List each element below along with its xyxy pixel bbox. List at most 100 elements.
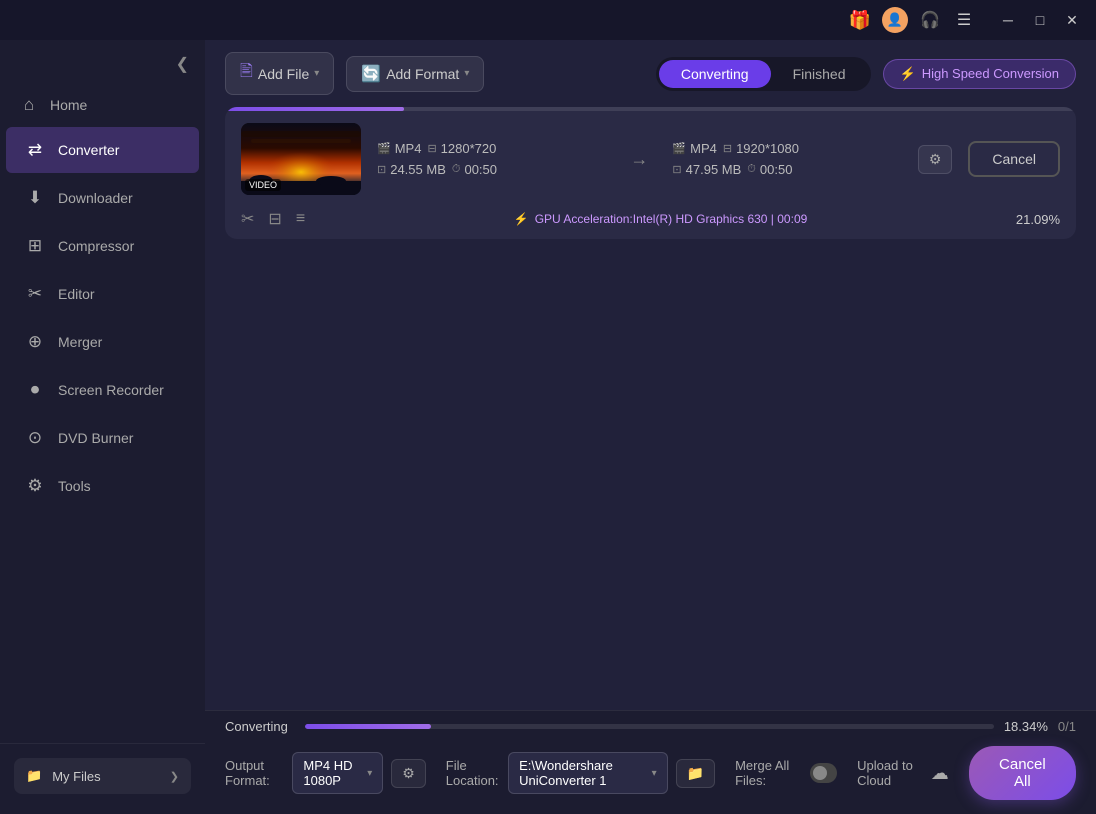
editor-icon: ✂ [24, 283, 46, 305]
bookmark-action-icon[interactable]: ⊟ [268, 209, 281, 229]
file-card-bottom: ✂ ⊟ ≡ ⚡ GPU Acceleration:Intel(R) HD Gra… [225, 203, 1076, 239]
sidebar-item-home[interactable]: ⌂ Home [0, 84, 205, 126]
duration-icon: ⏱ [452, 163, 461, 176]
tools-icon: ⚙ [24, 475, 46, 497]
file-actions: ✂ ⊟ ≡ [241, 209, 305, 229]
menu-action-icon[interactable]: ≡ [296, 210, 305, 228]
film-icon: 🎬 [377, 142, 391, 155]
sidebar-item-merger[interactable]: ⊕ Merger [6, 319, 199, 365]
my-files-button[interactable]: 📁 My Files ❯ [14, 758, 191, 794]
input-specs-row2: ⊡ 24.55 MB ⏱ 00:50 [377, 162, 606, 177]
headphone-icon[interactable]: 🎧 [918, 8, 942, 32]
file-card: VIDEO 🎬 MP4 ⊟ 1280*720 [225, 107, 1076, 239]
user-avatar[interactable]: 👤 [882, 7, 908, 33]
sidebar-item-screen-recorder[interactable]: ⏺ Screen Recorder [6, 367, 199, 413]
file-progress-percent: 21.09% [1016, 212, 1060, 227]
file-input-info: 🎬 MP4 ⊟ 1280*720 ⊡ 24.55 MB [377, 141, 606, 177]
sidebar: ❮ ⌂ Home ⇄ Converter ⬇ Downloader ⊞ Comp… [0, 40, 205, 814]
cloud-icon[interactable]: ☁ [931, 763, 949, 784]
output-format-select[interactable]: MP4 HD 1080P ▾ [292, 752, 383, 794]
bottom-bar: Converting 18.34% 0/1 Output Format: MP4… [205, 710, 1096, 814]
progress-fill [305, 724, 431, 729]
merge-toggle[interactable] [810, 763, 837, 783]
tab-converting[interactable]: Converting [659, 60, 771, 88]
sidebar-item-editor[interactable]: ✂ Editor [6, 271, 199, 317]
tab-finished[interactable]: Finished [771, 60, 868, 88]
high-speed-conversion-button[interactable]: ⚡ High Speed Conversion [883, 59, 1077, 89]
format-value: MP4 HD 1080P [303, 758, 361, 788]
cut-action-icon[interactable]: ✂ [241, 209, 254, 229]
size-out-icon: ⊡ [672, 163, 681, 176]
file-cancel-button[interactable]: Cancel [968, 141, 1060, 177]
screen-recorder-icon: ⏺ [24, 379, 46, 401]
merger-icon: ⊕ [24, 331, 46, 353]
progress-row: Converting 18.34% 0/1 [205, 711, 1096, 740]
input-specs-row: 🎬 MP4 ⊟ 1280*720 [377, 141, 606, 156]
path-chevron-icon: ▾ [652, 768, 657, 779]
sidebar-item-converter[interactable]: ⇄ Converter [6, 127, 199, 173]
upload-label: Upload to Cloud [857, 758, 923, 788]
minimize-button[interactable]: ─ [994, 6, 1022, 34]
progress-count: 0/1 [1058, 719, 1076, 734]
sidebar-collapse-button[interactable]: ❮ [168, 50, 197, 78]
menu-icon[interactable]: ☰ [952, 8, 976, 32]
speed-btn-label: High Speed Conversion [922, 66, 1059, 81]
convert-arrow-icon: → [630, 149, 648, 170]
input-format: 🎬 MP4 [377, 141, 421, 156]
output-format-group: Output Format: MP4 HD 1080P ▾ ⚙ [225, 752, 426, 794]
file-thumbnail: VIDEO [241, 123, 361, 195]
file-location-select[interactable]: E:\Wondershare UniConverter 1 ▾ [508, 752, 668, 794]
sidebar-item-tools[interactable]: ⚙ Tools [6, 463, 199, 509]
add-format-button[interactable]: 🔄 Add Format ▾ [346, 56, 484, 92]
merge-all-files-group: Merge All Files: [735, 758, 837, 788]
toolbar: 🖹 Add File ▾ 🔄 Add Format ▾ Converting F… [205, 40, 1096, 107]
file-settings-button[interactable]: ⚙ [918, 145, 953, 174]
resolution-out-icon: ⊟ [723, 142, 732, 155]
home-label: Home [50, 97, 87, 113]
options-row: Output Format: MP4 HD 1080P ▾ ⚙ File Loc… [205, 740, 1096, 814]
my-files-icon: 📁 [26, 768, 42, 784]
my-files-chevron-icon: ❯ [170, 770, 179, 783]
titlebar: 🎁 👤 🎧 ☰ ─ □ ✕ [0, 0, 1096, 40]
resolution-icon: ⊟ [427, 142, 436, 155]
sidebar-item-label: Tools [58, 478, 91, 494]
converting-label: Converting [225, 719, 295, 734]
progress-track [305, 724, 994, 729]
input-duration: ⏱ 00:50 [452, 162, 497, 177]
sidebar-item-label: Screen Recorder [58, 382, 164, 398]
input-size: ⊡ 24.55 MB [377, 162, 446, 177]
thumbnail-label: VIDEO [245, 179, 281, 191]
bolt-icon: ⚡ [900, 66, 916, 82]
sidebar-item-label: Merger [58, 334, 102, 350]
upload-to-cloud-group: Upload to Cloud ☁ [857, 758, 949, 788]
gpu-bolt-icon: ⚡ [514, 212, 529, 226]
sidebar-item-dvd-burner[interactable]: ⊙ DVD Burner [6, 415, 199, 461]
format-settings-button[interactable]: ⚙ [391, 759, 426, 788]
dvd-burner-icon: ⊙ [24, 427, 46, 449]
file-location-label: File Location: [446, 758, 500, 788]
output-size: ⊡ 47.95 MB [672, 162, 741, 177]
folder-browse-button[interactable]: 📁 [676, 759, 715, 788]
add-file-button[interactable]: 🖹 Add File ▾ [225, 52, 334, 95]
path-value: E:\Wondershare UniConverter 1 [519, 758, 646, 788]
add-format-label: Add Format [386, 66, 459, 82]
sidebar-item-label: Converter [58, 142, 119, 158]
file-card-top: VIDEO 🎬 MP4 ⊟ 1280*720 [225, 111, 1076, 203]
tab-group: Converting Finished [656, 57, 871, 91]
window-controls: ─ □ ✕ [994, 6, 1086, 34]
sidebar-item-compressor[interactable]: ⊞ Compressor [6, 223, 199, 269]
sidebar-item-label: Compressor [58, 238, 134, 254]
size-icon: ⊡ [377, 163, 386, 176]
add-file-label: Add File [258, 66, 309, 82]
gift-icon[interactable]: 🎁 [848, 8, 872, 32]
file-list-area: VIDEO 🎬 MP4 ⊟ 1280*720 [205, 107, 1096, 710]
maximize-button[interactable]: □ [1026, 6, 1054, 34]
cancel-all-button[interactable]: Cancel All [969, 746, 1076, 800]
format-chevron-icon: ▾ [367, 768, 372, 779]
file-output-info: 🎬 MP4 ⊟ 1920*1080 ⊡ 47.95 MB [672, 141, 901, 177]
film-out-icon: 🎬 [672, 142, 686, 155]
sidebar-item-downloader[interactable]: ⬇ Downloader [6, 175, 199, 221]
output-resolution: ⊟ 1920*1080 [723, 141, 799, 156]
close-button[interactable]: ✕ [1058, 6, 1086, 34]
add-format-chevron-icon: ▾ [464, 68, 469, 79]
